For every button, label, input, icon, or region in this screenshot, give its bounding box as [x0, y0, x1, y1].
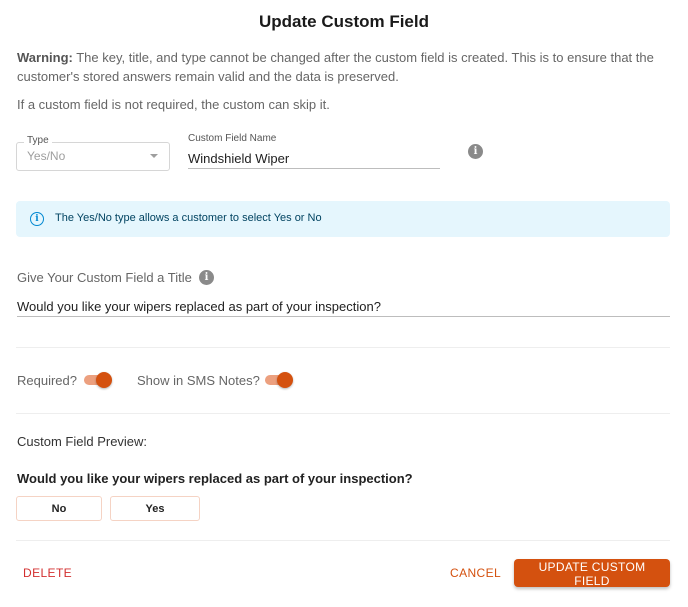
preview-no-button[interactable]: No: [16, 496, 102, 521]
preview-yes-button[interactable]: Yes: [110, 496, 200, 521]
cancel-button[interactable]: CANCEL: [450, 566, 501, 580]
warning-text: The key, title, and type cannot be chang…: [17, 50, 654, 84]
toggle-thumb[interactable]: [96, 372, 112, 388]
preview-question: Would you like your wipers replaced as p…: [17, 471, 413, 486]
type-value: Yes/No: [27, 149, 66, 163]
chevron-down-icon[interactable]: [150, 154, 158, 158]
custom-field-name-input[interactable]: [188, 148, 440, 169]
info-outline-icon: i: [30, 212, 44, 226]
warning-label: Warning:: [17, 50, 73, 65]
sms-notes-label: Show in SMS Notes?: [137, 373, 260, 388]
alert-text: The Yes/No type allows a customer to sel…: [55, 212, 322, 224]
sms-notes-toggle[interactable]: [265, 372, 293, 388]
field-title-label: Give Your Custom Field a Title: [17, 270, 192, 285]
divider: [16, 413, 670, 414]
divider: [16, 347, 670, 348]
divider: [16, 540, 670, 541]
delete-button[interactable]: DELETE: [23, 566, 72, 580]
toggle-thumb[interactable]: [277, 372, 293, 388]
field-title-input[interactable]: [17, 296, 670, 317]
warning-message: Warning: The key, title, and type cannot…: [17, 48, 667, 86]
required-label: Required?: [17, 373, 77, 388]
info-icon[interactable]: i: [468, 144, 483, 159]
preview-label: Custom Field Preview:: [17, 434, 148, 449]
skip-note: If a custom field is not required, the c…: [17, 97, 330, 112]
type-label: Type: [24, 135, 52, 146]
custom-field-name-label: Custom Field Name: [188, 133, 277, 144]
dialog-title: Update Custom Field: [258, 12, 429, 31]
update-custom-field-button[interactable]: UPDATE CUSTOM FIELD: [514, 559, 670, 588]
info-icon[interactable]: i: [199, 270, 214, 285]
required-toggle[interactable]: [84, 372, 112, 388]
